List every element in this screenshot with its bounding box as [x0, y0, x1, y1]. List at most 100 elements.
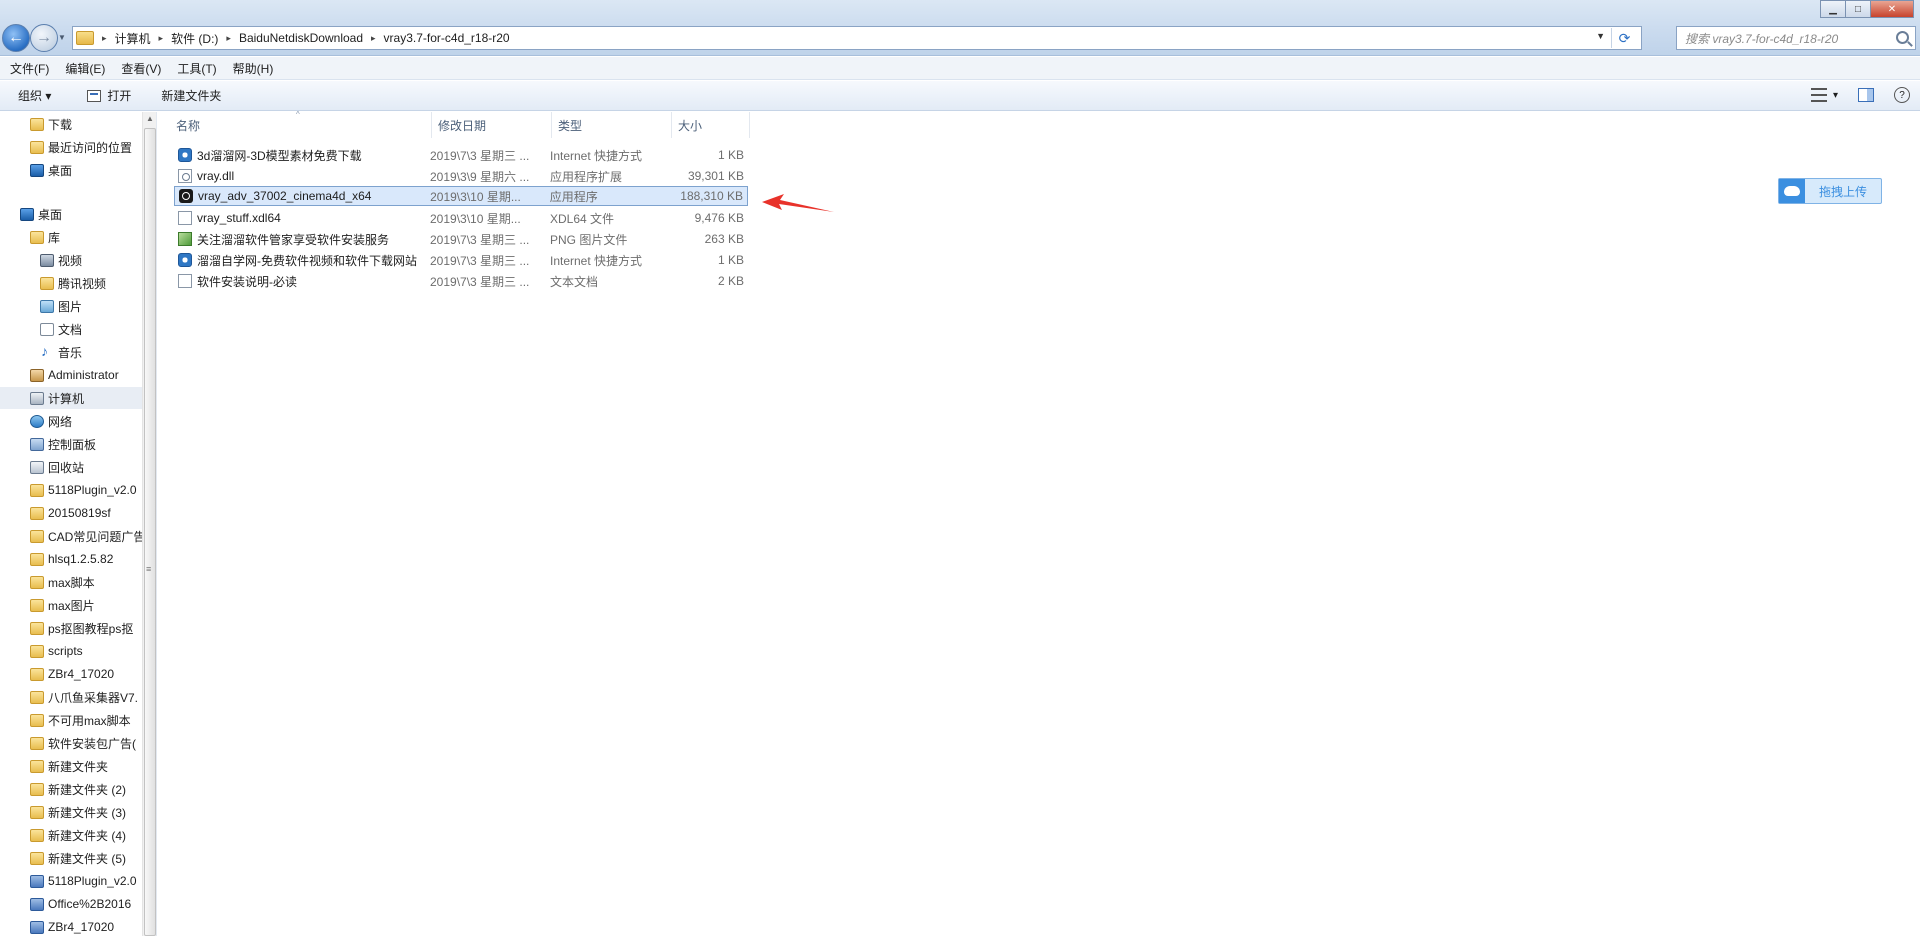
nav-item-folder[interactable]: 新建文件夹 (5): [0, 847, 156, 869]
address-history-dropdown[interactable]: ▼: [1596, 31, 1605, 41]
text-file-icon: [178, 274, 192, 288]
breadcrumb-separator[interactable]: ▸: [159, 33, 164, 44]
column-header-type[interactable]: 类型: [552, 112, 672, 138]
nav-item-folder[interactable]: 八爪鱼采集器V7.: [0, 686, 156, 708]
close-button[interactable]: ✕: [1870, 0, 1914, 18]
nav-item-folder[interactable]: 新建文件夹: [0, 755, 156, 777]
search-placeholder: 搜索 vray3.7-for-c4d_r18-r20: [1685, 31, 1839, 46]
nav-item-zip[interactable]: 5118Plugin_v2.0: [0, 870, 156, 892]
nav-item-zip[interactable]: Office%2B2016: [0, 893, 156, 915]
menu-tools[interactable]: 工具(T): [177, 60, 216, 77]
command-bar: 组织 ▾ 打开 新建文件夹 ▾ ?: [0, 81, 1920, 111]
folder-icon: [30, 506, 44, 520]
menu-file[interactable]: 文件(F): [10, 60, 49, 77]
file-row[interactable]: 溜溜自学网-免费软件视频和软件下载网站 2019\7\3 星期三 ... Int…: [174, 250, 748, 270]
new-folder-button[interactable]: 新建文件夹: [161, 87, 221, 104]
nav-item-computer[interactable]: 计算机: [0, 387, 156, 409]
nav-item-folder[interactable]: 新建文件夹 (2): [0, 778, 156, 800]
documents-icon: [40, 322, 54, 336]
recent-pages-dropdown[interactable]: ▼: [58, 33, 68, 43]
file-size: 1 KB: [717, 148, 744, 162]
folder-icon: [30, 667, 44, 681]
breadcrumb-baidunetdiskdownload[interactable]: BaiduNetdiskDownload: [239, 31, 363, 45]
nav-item-folder[interactable]: max脚本: [0, 571, 156, 593]
breadcrumb-current-folder[interactable]: vray3.7-for-c4d_r18-r20: [384, 31, 510, 45]
help-icon[interactable]: ?: [1894, 87, 1910, 103]
nav-item-control-panel[interactable]: 控制面板: [0, 433, 156, 455]
nav-item-downloads[interactable]: 下载: [0, 113, 156, 135]
nav-item-folder[interactable]: 不可用max脚本: [0, 709, 156, 731]
recent-places-icon: [30, 140, 44, 154]
title-bar: ← → ▼ ▸ 计算机 ▸ 软件 (D:) ▸ BaiduNetdiskDown…: [0, 0, 1920, 56]
address-bar[interactable]: ▸ 计算机 ▸ 软件 (D:) ▸ BaiduNetdiskDownload ▸…: [72, 26, 1642, 50]
nav-item-desktop[interactable]: 桌面: [0, 203, 156, 225]
nav-item-folder[interactable]: hlsq1.2.5.82: [0, 548, 156, 570]
nav-item-folder[interactable]: scripts: [0, 640, 156, 662]
nav-item-network[interactable]: 网络: [0, 410, 156, 432]
desktop-icon: [30, 163, 44, 177]
menu-view[interactable]: 查看(V): [121, 60, 161, 77]
nav-item-pictures[interactable]: 图片: [0, 295, 156, 317]
cloud-upload-label: 拖拽上传: [1819, 184, 1868, 199]
nav-item-recycle-bin[interactable]: 回收站: [0, 456, 156, 478]
file-row-selected[interactable]: vray_adv_37002_cinema4d_x64 2019\3\10 星期…: [174, 186, 748, 206]
preview-pane-icon[interactable]: [1858, 88, 1874, 102]
nav-item-recent[interactable]: 最近访问的位置: [0, 136, 156, 158]
nav-item-videos[interactable]: 视频: [0, 249, 156, 271]
breadcrumb-separator[interactable]: ▸: [226, 33, 231, 44]
column-header-name[interactable]: 名称: [170, 112, 432, 138]
open-icon: [87, 89, 102, 102]
nav-item-folder[interactable]: 新建文件夹 (3): [0, 801, 156, 823]
navigation-scrollbar[interactable]: ▲ ≡: [142, 112, 156, 936]
nav-item-administrator[interactable]: Administrator: [0, 364, 156, 386]
minimize-button[interactable]: ▁: [1820, 0, 1846, 18]
file-name: 3d溜溜网-3D模型素材免费下载: [197, 148, 362, 163]
search-input[interactable]: 搜索 vray3.7-for-c4d_r18-r20: [1676, 26, 1916, 50]
file-row[interactable]: 软件安装说明-必读 2019\7\3 星期三 ... 文本文档 2 KB: [174, 271, 748, 291]
file-row[interactable]: 关注溜溜软件管家享受软件安装服务 2019\7\3 星期三 ... PNG 图片…: [174, 229, 748, 249]
folder-icon: [30, 644, 44, 658]
breadcrumb-separator[interactable]: ▸: [371, 33, 376, 44]
column-header-date[interactable]: 修改日期: [432, 112, 552, 138]
view-options-dropdown[interactable]: ▾: [1833, 90, 1838, 101]
nav-item-folder[interactable]: 5118Plugin_v2.0: [0, 479, 156, 501]
nav-item-documents[interactable]: 文档: [0, 318, 156, 340]
organize-button[interactable]: 组织 ▾: [18, 87, 51, 104]
nav-item-tencent-video[interactable]: 腾讯视频: [0, 272, 156, 294]
breadcrumb-computer[interactable]: 计算机: [115, 30, 151, 47]
network-icon: [30, 414, 44, 428]
menu-edit[interactable]: 编辑(E): [65, 60, 105, 77]
nav-item-desktop-fav[interactable]: 桌面: [0, 159, 156, 181]
back-button[interactable]: ←: [2, 24, 30, 52]
generic-file-icon: [178, 211, 192, 225]
file-row[interactable]: vray_stuff.xdl64 2019\3\10 星期... XDL64 文…: [174, 208, 748, 228]
refresh-button[interactable]: ⟳: [1611, 28, 1637, 48]
change-view-icon[interactable]: [1810, 88, 1827, 102]
nav-item-folder[interactable]: ZBr4_17020: [0, 663, 156, 685]
column-header-size[interactable]: 大小: [672, 112, 750, 138]
scroll-up-arrow-icon[interactable]: ▲: [146, 114, 154, 123]
breadcrumb-drive-d[interactable]: 软件 (D:): [171, 30, 218, 47]
folder-icon: [30, 713, 44, 727]
nav-item-folder[interactable]: 新建文件夹 (4): [0, 824, 156, 846]
pane-splitter[interactable]: [156, 112, 157, 936]
nav-item-zip[interactable]: ZBr4_17020: [0, 916, 156, 936]
nav-item-libraries[interactable]: 库: [0, 226, 156, 248]
nav-item-folder[interactable]: CAD常见问题广告: [0, 525, 156, 547]
open-button[interactable]: 打开: [87, 87, 131, 104]
file-size: 1 KB: [717, 253, 744, 267]
file-date: 2019\7\3 星期三 ...: [430, 232, 530, 247]
nav-item-music[interactable]: 音乐: [0, 341, 156, 363]
file-row[interactable]: 3d溜溜网-3D模型素材免费下载 2019\7\3 星期三 ... Intern…: [174, 145, 748, 165]
breadcrumb-separator[interactable]: ▸: [102, 33, 107, 44]
nav-item-folder[interactable]: 20150819sf: [0, 502, 156, 524]
menu-help[interactable]: 帮助(H): [233, 60, 274, 77]
maximize-button[interactable]: □: [1845, 0, 1871, 18]
scrollbar-thumb[interactable]: [144, 128, 156, 936]
cloud-upload-button[interactable]: 拖拽上传: [1778, 178, 1882, 204]
nav-item-folder[interactable]: 软件安装包广告(: [0, 732, 156, 754]
nav-item-folder[interactable]: max图片: [0, 594, 156, 616]
nav-item-folder[interactable]: ps抠图教程ps抠: [0, 617, 156, 639]
forward-button[interactable]: →: [30, 24, 58, 52]
file-row[interactable]: vray.dll 2019\3\9 星期六 ... 应用程序扩展 39,301 …: [174, 166, 748, 186]
